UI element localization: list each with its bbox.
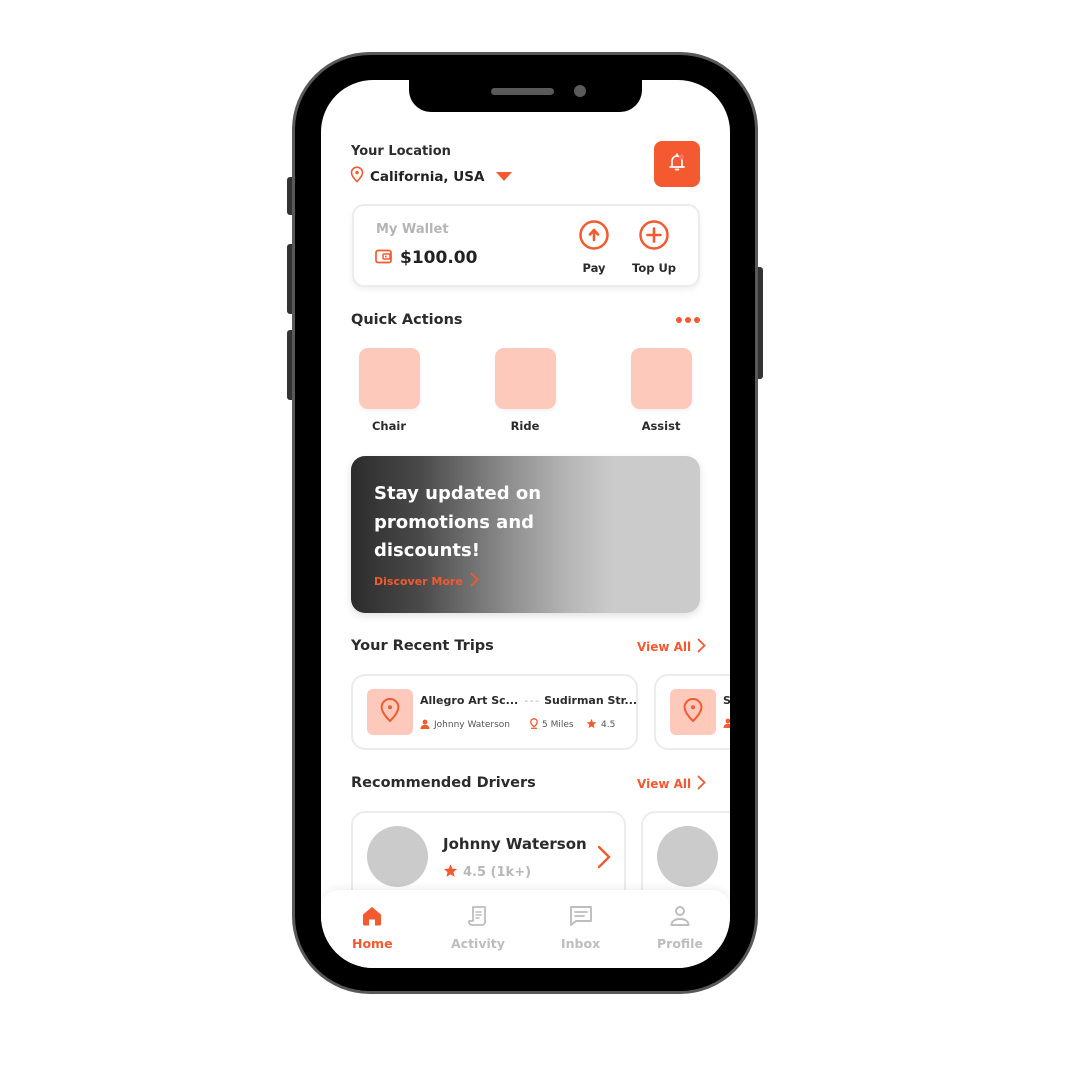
- map-pin-icon: [350, 166, 364, 187]
- location-selector[interactable]: California, USA: [350, 166, 513, 187]
- phone-notch: [409, 78, 642, 112]
- promo-title: Stay updated on promotions and discounts…: [374, 483, 542, 561]
- chevron-right-icon[interactable]: [597, 845, 611, 873]
- wallet-icon: [375, 249, 392, 268]
- location-value: California, USA: [370, 168, 485, 185]
- user-icon: [668, 904, 692, 932]
- chevron-right-icon: [697, 638, 706, 656]
- star-icon: [586, 718, 597, 732]
- recent-trips-title: Your Recent Trips: [351, 638, 494, 654]
- driver-avatar: [657, 826, 718, 887]
- star-icon: [443, 863, 458, 882]
- wallet-card: My Wallet $100.00 Pay Top Up: [352, 204, 700, 287]
- nav-label: Profile: [657, 936, 703, 951]
- trip-rating: 4.5: [601, 720, 616, 730]
- trip-from: S: [723, 694, 730, 707]
- trip-to: Sudirman Str...: [544, 694, 638, 707]
- chevron-right-icon: [470, 572, 479, 590]
- more-dots-icon[interactable]: [676, 317, 700, 323]
- top-up-button[interactable]: Top Up: [632, 219, 676, 275]
- app-screen: Your Location California, USA My Wallet …: [321, 80, 730, 968]
- nav-label: Home: [352, 936, 393, 951]
- ride-icon: [494, 348, 556, 409]
- quick-action-label: Assist: [641, 419, 681, 433]
- nav-label: Inbox: [561, 936, 601, 951]
- trip-driver: Johnny Waterson: [434, 720, 510, 730]
- map-pin-icon: [379, 697, 401, 727]
- trip-card[interactable]: Allegro Art Sc... - - - Sudirman Str... …: [351, 674, 638, 750]
- quick-action-assist[interactable]: Assist: [630, 348, 692, 433]
- bell-icon: [666, 151, 688, 177]
- trip-card[interactable]: S: [654, 674, 730, 750]
- caret-down-icon[interactable]: [496, 172, 513, 181]
- driver-rating: 4.5 (1k+): [443, 863, 531, 882]
- speaker-grille: [491, 88, 554, 95]
- pay-button[interactable]: Pay: [578, 219, 610, 275]
- trip-from: Allegro Art Sc...: [420, 694, 519, 707]
- quick-action-ride[interactable]: Ride: [494, 348, 556, 433]
- pay-label: Pay: [582, 261, 606, 275]
- user-icon: [723, 718, 730, 731]
- distance-pin-icon: [530, 718, 538, 732]
- nav-profile[interactable]: Profile: [657, 904, 703, 951]
- receipt-icon: [466, 904, 490, 932]
- discover-more-link[interactable]: Discover More: [374, 572, 479, 590]
- arrow-up-circle-icon: [578, 219, 610, 255]
- trip-route: Allegro Art Sc... - - - Sudirman Str...: [420, 694, 637, 707]
- trip-icon-box: [670, 689, 716, 735]
- quick-action-label: Chair: [371, 419, 406, 433]
- trip-meta: [723, 718, 730, 731]
- nav-inbox[interactable]: Inbox: [561, 904, 600, 951]
- trip-icon-box: [367, 689, 413, 735]
- recent-trips-view-all[interactable]: View All: [637, 638, 706, 656]
- front-camera: [574, 85, 586, 97]
- driver-name: Johnny Waterson: [443, 835, 587, 853]
- location-label: Your Location: [351, 144, 451, 159]
- trip-meta: Johnny Waterson 5 Miles 4.5: [420, 718, 615, 732]
- recommended-drivers-title: Recommended Drivers: [351, 775, 536, 791]
- nav-label: Activity: [451, 936, 505, 951]
- top-up-label: Top Up: [632, 261, 677, 275]
- home-icon: [360, 904, 384, 932]
- quick-actions-title: Quick Actions: [351, 312, 463, 328]
- map-pin-icon: [682, 697, 704, 727]
- message-icon: [568, 904, 594, 932]
- driver-avatar: [367, 826, 428, 887]
- bottom-nav: Home Activity Inbox Profile: [321, 890, 730, 968]
- chevron-right-icon: [697, 775, 706, 793]
- quick-action-chair[interactable]: Chair: [358, 348, 420, 433]
- chair-icon: [358, 348, 420, 409]
- discover-more-label: Discover More: [374, 574, 463, 588]
- plus-circle-icon: [638, 219, 670, 255]
- notifications-button[interactable]: [654, 141, 700, 187]
- assist-icon: [630, 348, 692, 409]
- view-all-label: View All: [637, 640, 692, 654]
- nav-activity[interactable]: Activity: [451, 904, 505, 951]
- trip-distance: 5 Miles: [542, 720, 574, 730]
- quick-action-label: Ride: [510, 419, 540, 433]
- trip-route: S: [723, 694, 730, 707]
- user-icon: [420, 719, 430, 732]
- drivers-view-all[interactable]: View All: [637, 775, 706, 793]
- view-all-label: View All: [637, 777, 692, 791]
- nav-home[interactable]: Home: [352, 904, 393, 951]
- wallet-label: My Wallet: [376, 222, 449, 237]
- promo-banner[interactable]: Stay updated on promotions and discounts…: [351, 456, 700, 613]
- wallet-balance: $100.00: [400, 248, 478, 268]
- driver-rating-value: 4.5 (1k+): [463, 865, 532, 880]
- route-dashes: - - -: [524, 694, 539, 707]
